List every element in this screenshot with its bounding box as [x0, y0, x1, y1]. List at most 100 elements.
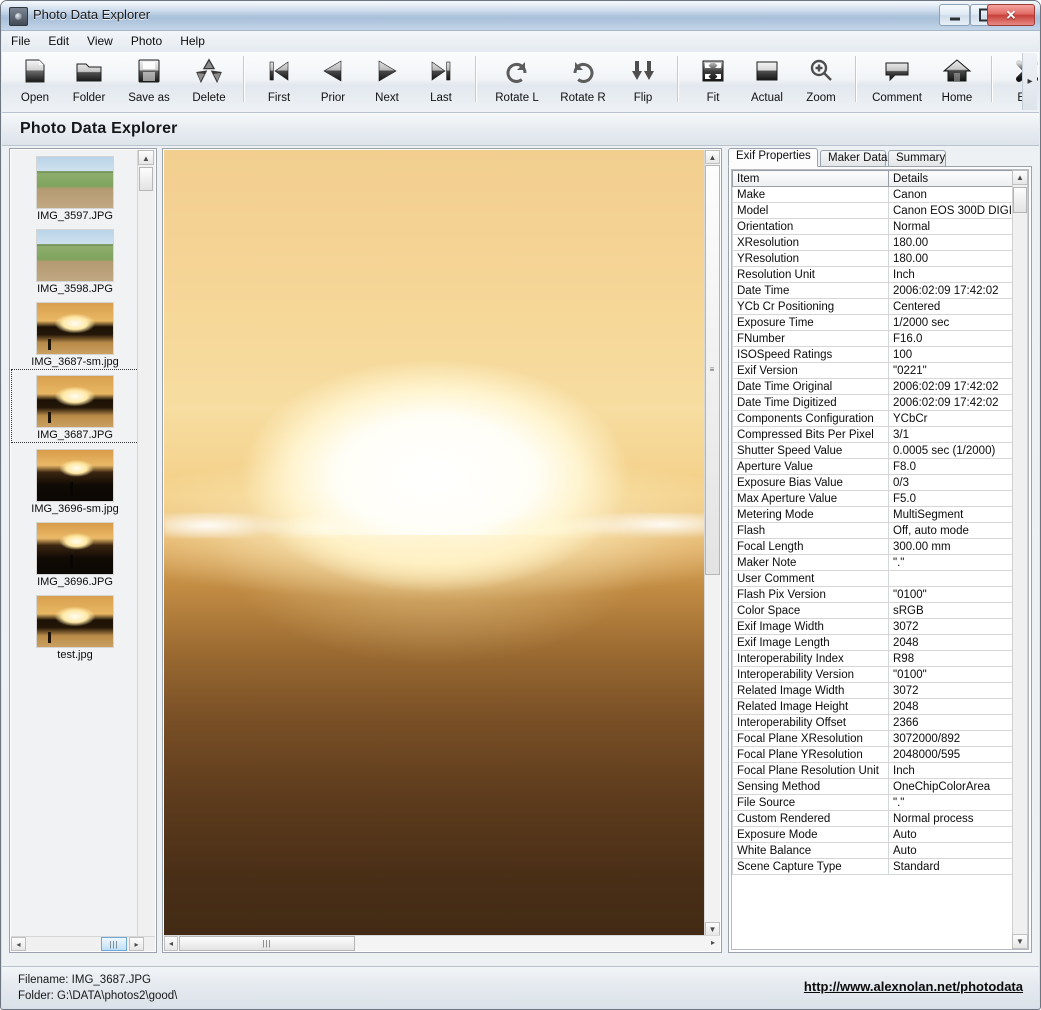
thumbnail-item[interactable]: IMG_3598.JPG: [11, 223, 139, 296]
thumbnail-item[interactable]: IMG_3696.JPG: [11, 516, 139, 589]
viewer-scroll-right-button[interactable]: ▸: [706, 936, 720, 951]
close-button[interactable]: ✕: [987, 4, 1035, 26]
thumbnail-scroll-right-button[interactable]: ▸: [129, 937, 144, 951]
thumbnail-hscroll-thumb[interactable]: |||: [101, 937, 127, 951]
image-viewer[interactable]: ▲ ≡ ▼ ◂ ||| ▸: [162, 148, 722, 953]
toolbar-button-delete[interactable]: Delete: [182, 52, 236, 108]
exif-row[interactable]: Exif Version"0221": [733, 363, 1024, 379]
toolbar-button-fit[interactable]: Fit: [686, 52, 740, 108]
thumbnail-item[interactable]: IMG_3687-sm.jpg: [11, 296, 139, 369]
menu-item-file[interactable]: File: [2, 31, 39, 51]
viewer-vertical-scrollbar[interactable]: ▲ ≡ ▼: [704, 150, 720, 936]
toolbar-overflow-button[interactable]: ▸: [1022, 53, 1037, 110]
exif-row[interactable]: Exposure Bias Value0/3: [733, 475, 1024, 491]
menu-item-view[interactable]: View: [78, 31, 122, 51]
toolbar-button-rotate-l[interactable]: Rotate L: [484, 52, 550, 108]
thumbnail-item[interactable]: test.jpg: [11, 589, 139, 662]
exif-row[interactable]: User Comment: [733, 571, 1024, 587]
thumbnail-item[interactable]: IMG_3696-sm.jpg: [11, 443, 139, 516]
exif-row[interactable]: YResolution180.00: [733, 251, 1024, 267]
thumbnail-horizontal-scrollbar[interactable]: ◂ ||| ▸: [11, 936, 155, 951]
exif-scroll-up-button[interactable]: ▲: [1012, 170, 1028, 185]
website-link[interactable]: http://www.alexnolan.net/photodata: [804, 979, 1023, 994]
exif-row[interactable]: Resolution UnitInch: [733, 267, 1024, 283]
viewer-scroll-left-button[interactable]: ◂: [164, 936, 178, 951]
exif-row[interactable]: Flash Pix Version"0100": [733, 587, 1024, 603]
exif-row[interactable]: Interoperability Offset2366: [733, 715, 1024, 731]
exif-row[interactable]: Compressed Bits Per Pixel3/1: [733, 427, 1024, 443]
exif-row[interactable]: Sensing MethodOneChipColorArea: [733, 779, 1024, 795]
viewer-scroll-down-button[interactable]: ▼: [705, 922, 720, 936]
exif-row[interactable]: Scene Capture TypeStandard: [733, 859, 1024, 875]
thumbnail-scroll-up-button[interactable]: ▲: [138, 150, 154, 165]
exif-row[interactable]: Focal Plane Resolution UnitInch: [733, 763, 1024, 779]
viewer-horizontal-scrollbar[interactable]: ◂ ||| ▸: [164, 935, 720, 951]
exif-row[interactable]: Date Time2006:02:09 17:42:02: [733, 283, 1024, 299]
viewer-scroll-up-button[interactable]: ▲: [705, 150, 720, 164]
toolbar-button-next[interactable]: Next: [360, 52, 414, 108]
tab-exif-properties[interactable]: Exif Properties: [728, 148, 818, 167]
exif-grid[interactable]: Item Details MakeCanonModelCanon EOS 300…: [731, 169, 1029, 950]
exif-row[interactable]: Related Image Height2048: [733, 699, 1024, 715]
exif-row[interactable]: YCb Cr PositioningCentered: [733, 299, 1024, 315]
toolbar-button-actual[interactable]: Actual: [740, 52, 794, 108]
toolbar-button-folder[interactable]: Folder: [62, 52, 116, 108]
exif-row[interactable]: Interoperability IndexR98: [733, 651, 1024, 667]
minimize-button[interactable]: [939, 4, 970, 26]
exif-row[interactable]: Date Time Digitized2006:02:09 17:42:02: [733, 395, 1024, 411]
exif-row[interactable]: Color SpacesRGB: [733, 603, 1024, 619]
toolbar-button-rotate-r[interactable]: Rotate R: [550, 52, 616, 108]
exif-scroll-down-button[interactable]: ▼: [1012, 934, 1028, 949]
toolbar-button-open[interactable]: Open: [8, 52, 62, 108]
exif-row[interactable]: Related Image Width3072: [733, 683, 1024, 699]
exif-row[interactable]: Exif Image Length2048: [733, 635, 1024, 651]
thumbnail-item[interactable]: IMG_3687.JPG: [11, 369, 139, 443]
exif-row[interactable]: Exif Image Width3072: [733, 619, 1024, 635]
exif-row[interactable]: Maker Note".": [733, 555, 1024, 571]
toolbar-button-last[interactable]: Last: [414, 52, 468, 108]
exif-row[interactable]: Aperture ValueF8.0: [733, 459, 1024, 475]
exif-vscroll-thumb[interactable]: [1013, 187, 1027, 213]
exif-row[interactable]: Shutter Speed Value0.0005 sec (1/2000): [733, 443, 1024, 459]
exif-row[interactable]: Interoperability Version"0100": [733, 667, 1024, 683]
viewer-hscroll-thumb[interactable]: |||: [179, 936, 355, 951]
tab-summary[interactable]: Summary: [888, 150, 946, 167]
exif-row[interactable]: White BalanceAuto: [733, 843, 1024, 859]
menu-item-edit[interactable]: Edit: [39, 31, 78, 51]
exif-row[interactable]: Date Time Original2006:02:09 17:42:02: [733, 379, 1024, 395]
toolbar-button-prior[interactable]: Prior: [306, 52, 360, 108]
exif-row[interactable]: File Source".": [733, 795, 1024, 811]
exif-row[interactable]: Exposure Time1/2000 sec: [733, 315, 1024, 331]
exif-row[interactable]: XResolution180.00: [733, 235, 1024, 251]
column-header-details[interactable]: Details: [889, 171, 1024, 187]
toolbar-button-zoom[interactable]: Zoom: [794, 52, 848, 108]
toolbar-button-save-as[interactable]: Save as: [116, 52, 182, 108]
thumbnail-item[interactable]: IMG_3597.JPG: [11, 150, 139, 223]
exif-row[interactable]: Metering ModeMultiSegment: [733, 507, 1024, 523]
exif-row[interactable]: Focal Length300.00 mm: [733, 539, 1024, 555]
thumbnail-scroll-left-button[interactable]: ◂: [11, 937, 26, 951]
exif-row[interactable]: FNumberF16.0: [733, 331, 1024, 347]
tab-maker-data[interactable]: Maker Data: [820, 150, 886, 167]
menu-item-help[interactable]: Help: [171, 31, 214, 51]
exif-row[interactable]: OrientationNormal: [733, 219, 1024, 235]
exif-row[interactable]: Components ConfigurationYCbCr: [733, 411, 1024, 427]
exif-row[interactable]: Exposure ModeAuto: [733, 827, 1024, 843]
exif-row[interactable]: Custom RenderedNormal process: [733, 811, 1024, 827]
thumbnail-list[interactable]: IMG_3597.JPGIMG_3598.JPGIMG_3687-sm.jpgI…: [11, 150, 139, 937]
menu-item-photo[interactable]: Photo: [122, 31, 171, 51]
toolbar-button-home[interactable]: Home: [930, 52, 984, 108]
toolbar-button-first[interactable]: First: [252, 52, 306, 108]
exif-row[interactable]: FlashOff, auto mode: [733, 523, 1024, 539]
column-header-item[interactable]: Item: [733, 171, 889, 187]
exif-row[interactable]: ModelCanon EOS 300D DIGITAL: [733, 203, 1024, 219]
toolbar-button-comment[interactable]: Comment: [864, 52, 930, 108]
exif-row[interactable]: ISOSpeed Ratings100: [733, 347, 1024, 363]
thumbnail-vertical-scrollbar[interactable]: ▲: [137, 150, 155, 936]
exif-vertical-scrollbar[interactable]: ▲ ▼: [1012, 170, 1028, 949]
exif-row[interactable]: Focal Plane XResolution3072000/892: [733, 731, 1024, 747]
exif-row[interactable]: Max Aperture ValueF5.0: [733, 491, 1024, 507]
toolbar-button-flip[interactable]: Flip: [616, 52, 670, 108]
exif-row[interactable]: Focal Plane YResolution2048000/595: [733, 747, 1024, 763]
thumbnail-scroll-thumb[interactable]: [139, 167, 153, 191]
